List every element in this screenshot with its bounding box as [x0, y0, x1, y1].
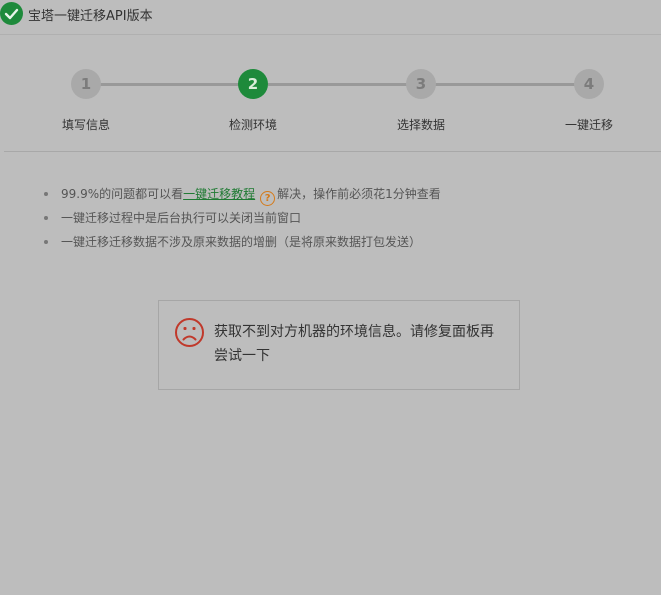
tip-item: 99.9%的问题都可以看一键迁移教程? 解决，操作前必须花1分钟查看: [42, 185, 441, 209]
migration-tutorial-link[interactable]: 一键迁移教程: [183, 187, 255, 201]
error-message-box: 获取不到对方机器的环境信息。请修复面板再尝试一下: [158, 300, 520, 390]
tip-text: 解决，操作前必须花1分钟查看: [277, 187, 441, 201]
sad-face-icon: [175, 318, 204, 347]
divider: [4, 151, 661, 152]
help-icon[interactable]: ?: [260, 191, 276, 206]
tips-list: 99.9%的问题都可以看一键迁移教程? 解决，操作前必须花1分钟查看 一键迁移过程…: [42, 185, 441, 257]
title-bar: 宝塔一键迁移API版本: [0, 0, 661, 35]
step-2-label: 检测环境: [228, 118, 277, 132]
step-4-label: 一键迁移: [564, 118, 613, 132]
step-2-circle: 2: [238, 69, 268, 99]
tip-item: 一键迁移过程中是后台执行可以关闭当前窗口: [42, 209, 441, 233]
tip-text: 一键迁移过程中是后台执行可以关闭当前窗口: [61, 211, 302, 225]
step-connector: [100, 83, 240, 86]
step-indicator: 1 2 3 4 填写信息 检测环境 选择数据 一键迁移: [0, 35, 661, 151]
step-1-label: 填写信息: [61, 118, 110, 132]
tip-text: 99.9%的问题都可以看: [61, 187, 184, 201]
step-1-circle: 1: [71, 69, 101, 99]
bullet: [44, 192, 48, 196]
tip-text: 一键迁移迁移数据不涉及原来数据的增删（是将原来数据打包发送）: [61, 235, 422, 249]
check-circle-icon: [0, 2, 23, 25]
step-connector: [268, 83, 408, 86]
error-message: 获取不到对方机器的环境信息。请修复面板再尝试一下: [214, 324, 494, 364]
step-3-label: 选择数据: [396, 118, 445, 132]
step-4-circle: 4: [574, 69, 604, 99]
bullet: [44, 240, 48, 244]
window-title: 宝塔一键迁移API版本: [28, 9, 153, 24]
step-3-circle: 3: [406, 69, 436, 99]
bullet: [44, 216, 48, 220]
tip-item: 一键迁移迁移数据不涉及原来数据的增删（是将原来数据打包发送）: [42, 233, 441, 257]
step-connector: [435, 83, 575, 86]
